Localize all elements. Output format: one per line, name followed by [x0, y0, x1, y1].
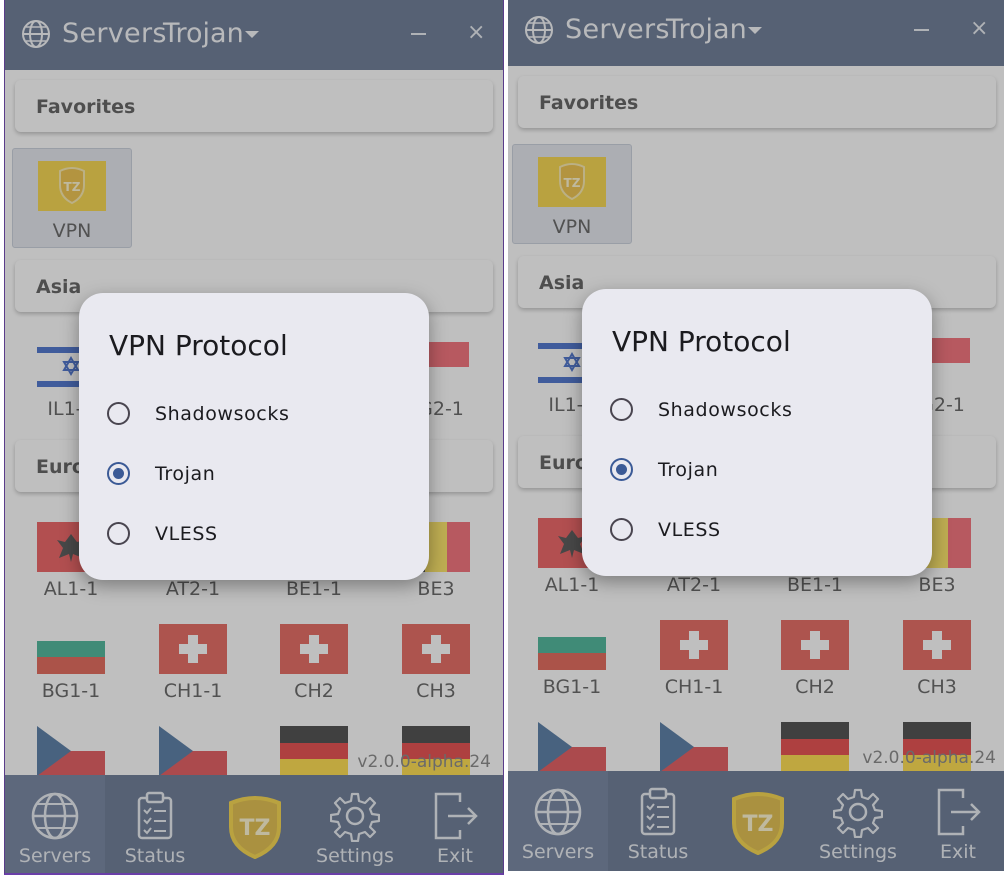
- option-vless[interactable]: VLESS: [610, 509, 910, 549]
- option-label: VLESS: [155, 523, 218, 545]
- app-window: Servers Trojan × Favorites TZ VPN Asia: [4, 0, 504, 875]
- radio-button[interactable]: [107, 522, 130, 545]
- radio-button[interactable]: [610, 398, 633, 421]
- radio-button-checked[interactable]: [610, 458, 633, 481]
- app-window: Servers Trojan × Favorites TZ VPN Asia: [508, 0, 1004, 871]
- option-label: VLESS: [658, 519, 721, 541]
- option-shadowsocks[interactable]: Shadowsocks: [107, 393, 407, 433]
- dialog-title: VPN Protocol: [109, 329, 288, 362]
- option-trojan[interactable]: Trojan: [107, 453, 407, 493]
- option-shadowsocks[interactable]: Shadowsocks: [610, 389, 910, 429]
- protocol-dialog: VPN Protocol Shadowsocks Trojan VLESS: [582, 289, 932, 576]
- protocol-dialog: VPN Protocol Shadowsocks Trojan VLESS: [79, 293, 429, 580]
- radio-button[interactable]: [610, 518, 633, 541]
- option-trojan[interactable]: Trojan: [610, 449, 910, 489]
- radio-button-checked[interactable]: [107, 462, 130, 485]
- dialog-title: VPN Protocol: [612, 325, 791, 358]
- option-label: Trojan: [155, 463, 216, 485]
- option-vless[interactable]: VLESS: [107, 513, 407, 553]
- option-label: Shadowsocks: [658, 399, 793, 421]
- option-label: Shadowsocks: [155, 403, 290, 425]
- option-label: Trojan: [658, 459, 719, 481]
- radio-button[interactable]: [107, 402, 130, 425]
